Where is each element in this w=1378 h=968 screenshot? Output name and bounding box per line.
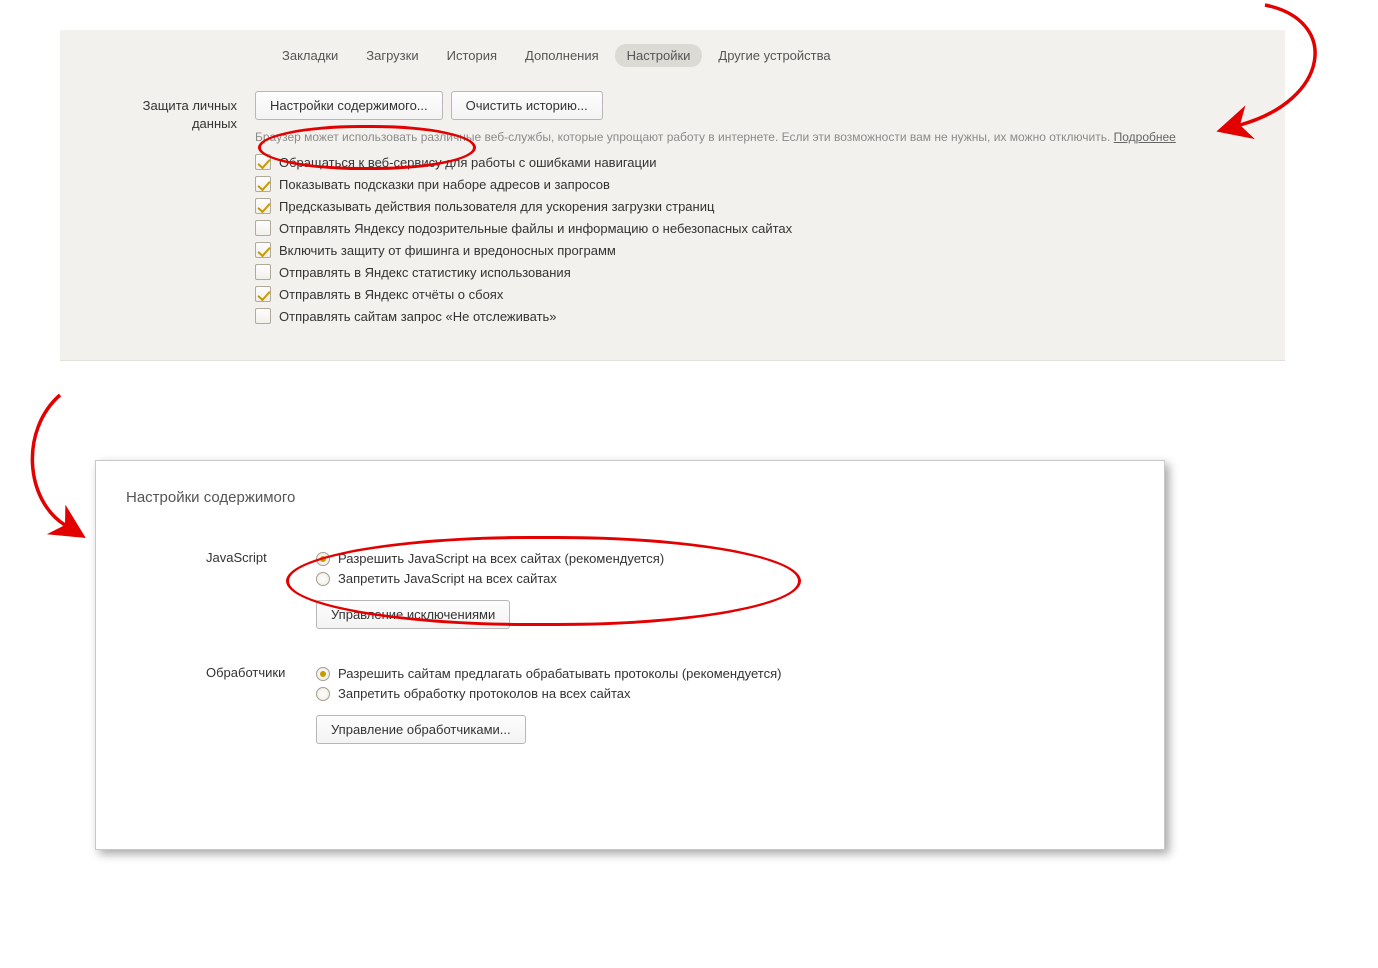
- checkbox-label: Обращаться к веб-сервису для работы с ош…: [279, 155, 657, 170]
- tab-history[interactable]: История: [435, 44, 509, 67]
- clear-history-button[interactable]: Очистить историю...: [451, 91, 603, 120]
- tab-other-devices[interactable]: Другие устройства: [706, 44, 842, 67]
- radio-label: Разрешить JavaScript на всех сайтах (рек…: [338, 551, 664, 566]
- radio-row-handlers-allow: Разрешить сайтам предлагать обрабатывать…: [316, 666, 1134, 681]
- checkbox-label: Показывать подсказки при наборе адресов …: [279, 177, 610, 192]
- check-row-phishing-protection: Включить защиту от фишинга и вредоносных…: [255, 242, 1267, 258]
- tab-bookmarks[interactable]: Закладки: [270, 44, 350, 67]
- checkbox-do-not-track[interactable]: [255, 308, 271, 324]
- settings-panel: Закладки Загрузки История Дополнения Нас…: [60, 30, 1285, 361]
- check-row-do-not-track: Отправлять сайтам запрос «Не отслеживать…: [255, 308, 1267, 324]
- checkbox-usage-stats[interactable]: [255, 264, 271, 280]
- radio-handlers-block[interactable]: [316, 687, 330, 701]
- checkbox-prefetch[interactable]: [255, 198, 271, 214]
- checkbox-suspicious-files[interactable]: [255, 220, 271, 236]
- privacy-section-body: Настройки содержимого... Очистить истори…: [255, 91, 1285, 330]
- dialog-title: Настройки содержимого: [126, 489, 1134, 506]
- privacy-label-line1: Защита личных: [143, 98, 237, 113]
- radio-js-allow[interactable]: [316, 552, 330, 566]
- check-row-suspicious-files: Отправлять Яндексу подозрительные файлы …: [255, 220, 1267, 236]
- checkbox-label: Предсказывать действия пользователя для …: [279, 199, 714, 214]
- checkbox-phishing-protection[interactable]: [255, 242, 271, 258]
- tab-addons[interactable]: Дополнения: [513, 44, 611, 67]
- privacy-label-line2: данных: [192, 116, 237, 131]
- radio-label: Запретить JavaScript на всех сайтах: [338, 571, 557, 586]
- tab-bar: Закладки Загрузки История Дополнения Нас…: [60, 30, 1285, 75]
- checkbox-crash-reports[interactable]: [255, 286, 271, 302]
- checkbox-label: Включить защиту от фишинга и вредоносных…: [279, 243, 616, 258]
- checkbox-suggestions[interactable]: [255, 176, 271, 192]
- privacy-hint: Браузер может использовать различные веб…: [255, 130, 1267, 144]
- privacy-hint-link[interactable]: Подробнее: [1114, 130, 1176, 144]
- manage-handlers-button[interactable]: Управление обработчиками...: [316, 715, 526, 744]
- manage-js-exceptions-button[interactable]: Управление исключениями: [316, 600, 510, 629]
- check-row-usage-stats: Отправлять в Яндекс статистику использов…: [255, 264, 1267, 280]
- content-settings-button[interactable]: Настройки содержимого...: [255, 91, 443, 120]
- radio-handlers-allow[interactable]: [316, 667, 330, 681]
- checkbox-label: Отправлять в Яндекс статистику использов…: [279, 265, 571, 280]
- handlers-section-label: Обработчики: [126, 661, 316, 744]
- checkbox-label: Отправлять в Яндекс отчёты о сбоях: [279, 287, 503, 302]
- privacy-section-label: Защита личных данных: [60, 91, 255, 330]
- tab-settings[interactable]: Настройки: [615, 44, 703, 67]
- check-row-suggestions: Показывать подсказки при наборе адресов …: [255, 176, 1267, 192]
- radio-label: Запретить обработку протоколов на всех с…: [338, 686, 631, 701]
- tab-downloads[interactable]: Загрузки: [354, 44, 430, 67]
- checkbox-nav-errors[interactable]: [255, 154, 271, 170]
- radio-row-js-block: Запретить JavaScript на всех сайтах: [316, 571, 1134, 586]
- checkbox-label: Отправлять сайтам запрос «Не отслеживать…: [279, 309, 557, 324]
- javascript-section-label: JavaScript: [126, 546, 316, 629]
- privacy-hint-text: Браузер может использовать различные веб…: [255, 130, 1114, 144]
- radio-label: Разрешить сайтам предлагать обрабатывать…: [338, 666, 781, 681]
- check-row-prefetch: Предсказывать действия пользователя для …: [255, 198, 1267, 214]
- check-row-crash-reports: Отправлять в Яндекс отчёты о сбоях: [255, 286, 1267, 302]
- radio-row-handlers-block: Запретить обработку протоколов на всех с…: [316, 686, 1134, 701]
- radio-row-js-allow: Разрешить JavaScript на всех сайтах (рек…: [316, 551, 1134, 566]
- checkbox-label: Отправлять Яндексу подозрительные файлы …: [279, 221, 792, 236]
- check-row-nav-errors: Обращаться к веб-сервису для работы с ош…: [255, 154, 1267, 170]
- content-settings-dialog: Настройки содержимого JavaScript Разреши…: [95, 460, 1165, 850]
- radio-js-block[interactable]: [316, 572, 330, 586]
